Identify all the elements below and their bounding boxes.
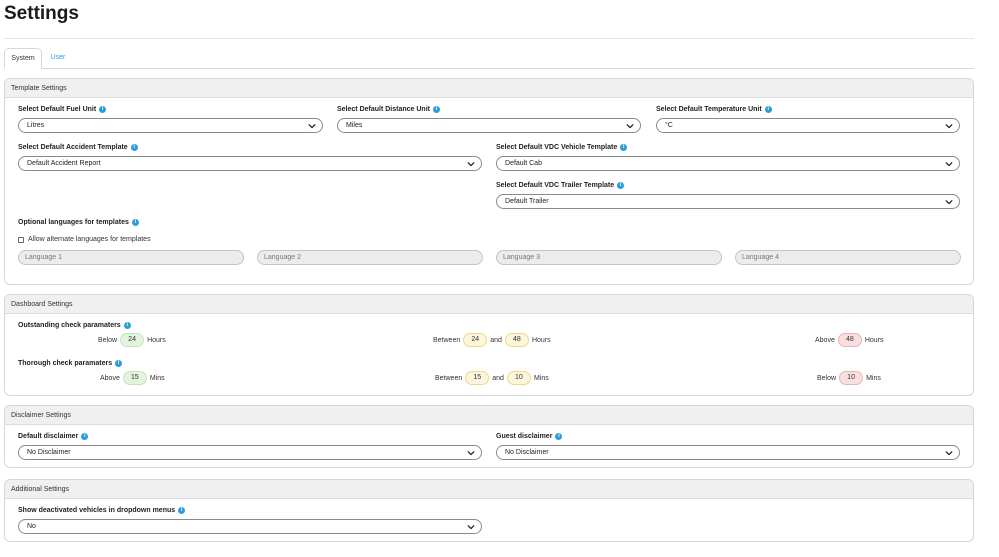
disclaimer-settings-header: Disclaimer Settings <box>5 406 973 425</box>
info-icon[interactable]: i <box>555 433 563 440</box>
outstanding-above-group: Above 48 Hours <box>815 333 884 347</box>
info-icon[interactable]: i <box>432 106 440 113</box>
accident-template-label: Select Default Accident Template i <box>18 144 138 151</box>
info-icon[interactable]: i <box>617 182 625 189</box>
tab-system[interactable]: System <box>4 48 42 69</box>
chevron-down-icon <box>945 449 953 457</box>
info-icon[interactable]: i <box>123 322 131 329</box>
dashboard-settings-header: Dashboard Settings <box>5 295 973 314</box>
default-disclaimer-label: Default disclaimer i <box>18 433 89 440</box>
outstanding-check-label: Outstanding check paramaters i <box>18 322 131 329</box>
info-icon[interactable]: i <box>81 433 89 440</box>
guest-disclaimer-label: Guest disclaimer i <box>496 433 563 440</box>
chevron-down-icon <box>945 160 953 168</box>
deactivated-vehicles-label: Show deactivated vehicles in dropdown me… <box>18 507 186 514</box>
language-2-input[interactable]: Language 2 <box>257 250 483 265</box>
chevron-down-icon <box>945 122 953 130</box>
tab-bar: System User <box>4 48 974 69</box>
guest-disclaimer-select[interactable]: No Disclaimer <box>496 445 960 460</box>
accident-template-select[interactable]: Default Accident Report <box>18 156 482 171</box>
info-icon[interactable]: i <box>131 219 139 226</box>
outstanding-below-group: Below 24 Hours <box>98 333 166 347</box>
page-title: Settings <box>4 3 79 24</box>
distance-unit-select[interactable]: Miles <box>337 118 641 133</box>
info-icon[interactable]: i <box>764 106 772 113</box>
language-3-input[interactable]: Language 3 <box>496 250 722 265</box>
disclaimer-settings-card: Disclaimer Settings Default disclaimer i … <box>4 405 974 468</box>
additional-settings-card: Additional Settings Show deactivated veh… <box>4 479 974 542</box>
outstanding-between-from-input[interactable]: 24 <box>463 333 488 347</box>
template-settings-card: Template Settings Select Default Fuel Un… <box>4 78 974 285</box>
thorough-between-group: Between 15 and 10 Mins <box>435 371 549 385</box>
thorough-check-label: Thorough check paramaters i <box>18 360 123 367</box>
vdc-vehicle-template-label: Select Default VDC Vehicle Template i <box>496 144 628 151</box>
chevron-down-icon <box>467 160 475 168</box>
chevron-down-icon <box>945 198 953 206</box>
chevron-down-icon <box>467 449 475 457</box>
fuel-unit-label: Select Default Fuel Unit i <box>18 106 107 113</box>
temperature-unit-select[interactable]: °C <box>656 118 960 133</box>
outstanding-between-group: Between 24 and 48 Hours <box>433 333 551 347</box>
title-divider <box>4 38 974 39</box>
template-settings-header: Template Settings <box>5 79 973 98</box>
language-4-input[interactable]: Language 4 <box>735 250 961 265</box>
temperature-unit-label: Select Default Temperature Unit i <box>656 106 772 113</box>
info-icon[interactable]: i <box>115 360 123 367</box>
distance-unit-label: Select Default Distance Unit i <box>337 106 440 113</box>
chevron-down-icon <box>626 122 634 130</box>
outstanding-between-to-input[interactable]: 48 <box>504 333 529 347</box>
thorough-between-from-input[interactable]: 15 <box>465 371 490 385</box>
info-icon[interactable]: i <box>620 144 628 151</box>
chevron-down-icon <box>308 122 316 130</box>
alternate-languages-option: Allow alternate languages for templates <box>18 236 151 243</box>
thorough-above-group: Above 15 Mins <box>100 371 165 385</box>
info-icon[interactable]: i <box>130 144 138 151</box>
info-icon[interactable]: i <box>178 507 186 514</box>
fuel-unit-select[interactable]: Litres <box>18 118 323 133</box>
deactivated-vehicles-select[interactable]: No <box>18 519 482 534</box>
alternate-languages-checkbox[interactable] <box>18 236 24 243</box>
dashboard-settings-card: Dashboard Settings Outstanding check par… <box>4 294 974 396</box>
additional-settings-header: Additional Settings <box>5 480 973 499</box>
info-icon[interactable]: i <box>99 106 107 113</box>
vdc-vehicle-template-select[interactable]: Default Cab <box>496 156 960 171</box>
vdc-trailer-template-select[interactable]: Default Trailer <box>496 194 960 209</box>
thorough-below-group: Below 10 Mins <box>817 371 881 385</box>
tab-user[interactable]: User <box>44 48 72 69</box>
thorough-below-input[interactable]: 10 <box>839 371 864 385</box>
outstanding-below-input[interactable]: 24 <box>120 333 145 347</box>
chevron-down-icon <box>467 523 475 531</box>
vdc-trailer-template-label: Select Default VDC Trailer Template i <box>496 182 625 189</box>
default-disclaimer-select[interactable]: No Disclaimer <box>18 445 482 460</box>
optional-languages-label: Optional languages for templates i <box>18 219 139 226</box>
thorough-above-input[interactable]: 15 <box>122 371 147 385</box>
language-1-input[interactable]: Language 1 <box>18 250 244 265</box>
thorough-between-to-input[interactable]: 10 <box>506 371 531 385</box>
outstanding-above-input[interactable]: 48 <box>837 333 862 347</box>
